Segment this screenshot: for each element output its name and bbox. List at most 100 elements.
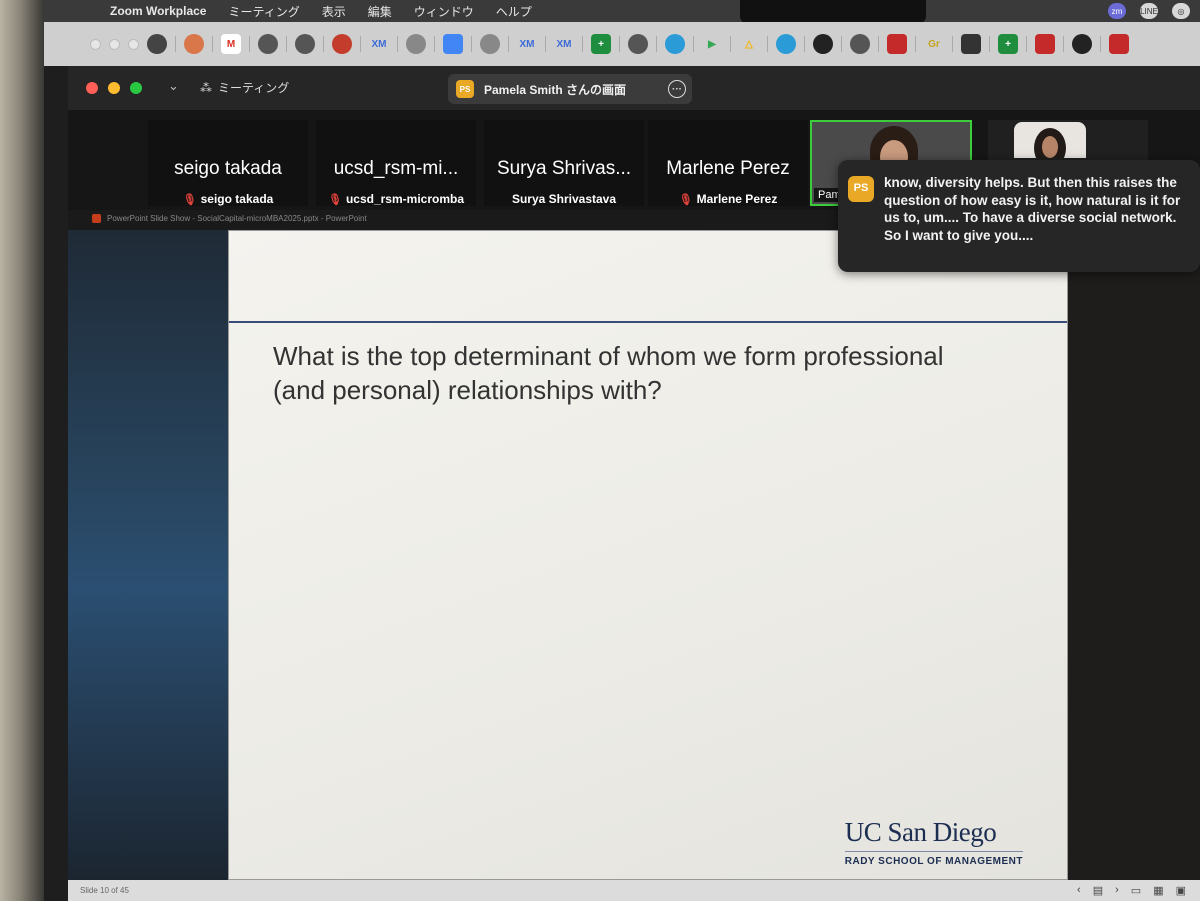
menu-view[interactable]: 表示 bbox=[322, 3, 346, 20]
powerpoint-statusbar: Slide 10 of 45 ‹ ▤ › ▭ ▦ ▣ bbox=[68, 880, 1200, 901]
zoom-dot-faded bbox=[128, 38, 139, 50]
laptop-bezel bbox=[0, 0, 48, 901]
chatgpt-icon[interactable] bbox=[147, 34, 167, 54]
extension-icon[interactable] bbox=[887, 34, 907, 54]
slack-icon[interactable] bbox=[776, 34, 796, 54]
record-icon[interactable] bbox=[332, 34, 352, 54]
participant-name-row: 🎙︎ Marlene Perez bbox=[648, 192, 808, 206]
drive-icon[interactable]: △ bbox=[739, 34, 759, 54]
gr-icon[interactable]: Gr bbox=[924, 34, 944, 54]
participant-tile[interactable]: ucsd_rsm-mi... 🎙︎ ucsd_rsm-micromba bbox=[316, 120, 476, 206]
powerpoint-window-title: PowerPoint Slide Show - SocialCapital-mi… bbox=[107, 214, 367, 223]
github-icon[interactable] bbox=[1072, 34, 1092, 54]
claude-icon[interactable] bbox=[184, 34, 204, 54]
xm-icon[interactable]: XM bbox=[369, 34, 389, 54]
photo-face bbox=[1042, 136, 1058, 158]
menu-edit[interactable]: 編集 bbox=[368, 3, 392, 20]
separator bbox=[471, 36, 472, 52]
xm-icon[interactable]: XM bbox=[517, 34, 537, 54]
screen-reflection-panel bbox=[68, 230, 228, 880]
fullscreen-button[interactable] bbox=[130, 82, 142, 94]
status-circle-icon[interactable]: ◎ bbox=[1172, 3, 1190, 19]
line-status-icon[interactable]: LINE bbox=[1140, 3, 1158, 19]
globe-icon[interactable] bbox=[258, 34, 278, 54]
separator bbox=[841, 36, 842, 52]
globe-icon[interactable] bbox=[295, 34, 315, 54]
slide-sorter-icon[interactable]: ▤ bbox=[1093, 884, 1103, 897]
previous-slide-icon[interactable]: ‹ bbox=[1077, 884, 1081, 897]
more-options-icon[interactable]: ··· bbox=[668, 80, 686, 98]
close-dot-faded bbox=[90, 38, 101, 50]
slack-icon[interactable] bbox=[665, 34, 685, 54]
reading-view-icon[interactable]: ▣ bbox=[1176, 884, 1186, 897]
share-title: Pamela Smith さんの画面 bbox=[484, 82, 627, 97]
powerpoint-titlebar: PowerPoint Slide Show - SocialCapital-mi… bbox=[92, 214, 367, 223]
close-button[interactable] bbox=[86, 82, 98, 94]
mic-off-icon: 🎙︎ bbox=[327, 193, 342, 206]
separator bbox=[249, 36, 250, 52]
separator bbox=[730, 36, 731, 52]
gear-icon[interactable] bbox=[480, 34, 500, 54]
presenter-avatar: PS bbox=[456, 80, 474, 98]
separator bbox=[286, 36, 287, 52]
sheets-icon[interactable]: + bbox=[998, 34, 1018, 54]
menu-window[interactable]: ウィンドウ bbox=[414, 3, 474, 20]
screen: Zoom Workplace ミーティング 表示 編集 ウィンドウ ヘルプ zm… bbox=[44, 0, 1200, 901]
sheets-icon[interactable]: + bbox=[591, 34, 611, 54]
camera-notch bbox=[740, 0, 926, 24]
gear-icon[interactable] bbox=[406, 34, 426, 54]
participant-tile[interactable]: Surya Shrivas... Surya Shrivastava bbox=[484, 120, 644, 206]
extension-icon[interactable] bbox=[1109, 34, 1129, 54]
globe-icon[interactable] bbox=[628, 34, 648, 54]
normal-view-icon[interactable]: ▭ bbox=[1131, 884, 1141, 897]
menu-help[interactable]: ヘルプ bbox=[496, 3, 532, 20]
participant-display-name: seigo takada bbox=[174, 158, 282, 179]
separator bbox=[989, 36, 990, 52]
separator bbox=[545, 36, 546, 52]
separator bbox=[1026, 36, 1027, 52]
separator bbox=[508, 36, 509, 52]
live-caption-popup: PS know, diversity helps. But then this … bbox=[838, 160, 1200, 272]
ucsd-logo-rule bbox=[844, 851, 1023, 852]
separator bbox=[656, 36, 657, 52]
zoom-status-icon[interactable]: zm bbox=[1108, 3, 1126, 19]
participant-display-name: Marlene Perez bbox=[666, 158, 790, 179]
zoom-title-bar: ⌄ ⁂ ミーティング PS Pamela Smith さんの画面 ··· bbox=[68, 66, 1200, 110]
participant-name: Surya Shrivastava bbox=[511, 192, 617, 206]
xm-icon[interactable]: XM bbox=[554, 34, 574, 54]
ucsd-logo-main: UC San Diego bbox=[844, 817, 997, 847]
bookmarks-bar: M XM XM XM + ▶ △ Gr + bbox=[44, 22, 1200, 66]
dark-side-panel bbox=[1068, 230, 1200, 880]
menu-bar: Zoom Workplace ミーティング 表示 編集 ウィンドウ ヘルプ zm… bbox=[44, 0, 1200, 22]
presentation-slide: What is the top determinant of whom we f… bbox=[228, 230, 1068, 880]
participant-name: ucsd_rsm-micromba bbox=[345, 192, 464, 206]
meeting-label[interactable]: ⁂ ミーティング bbox=[200, 79, 289, 96]
grid-view-icon[interactable]: ▦ bbox=[1153, 884, 1163, 897]
menu-meeting[interactable]: ミーティング bbox=[228, 3, 299, 20]
separator bbox=[693, 36, 694, 52]
play-icon[interactable]: ▶ bbox=[702, 34, 722, 54]
participant-display-name: ucsd_rsm-mi... bbox=[333, 158, 459, 179]
dark-circle-icon[interactable] bbox=[813, 34, 833, 54]
separator bbox=[360, 36, 361, 52]
extension-icon[interactable] bbox=[1035, 34, 1055, 54]
menu-app-name[interactable]: Zoom Workplace bbox=[110, 4, 206, 18]
next-slide-icon[interactable]: › bbox=[1115, 884, 1119, 897]
extension-icon[interactable] bbox=[961, 34, 981, 54]
participant-tile[interactable]: seigo takada 🎙︎ seigo takada bbox=[148, 120, 308, 206]
minimize-button[interactable] bbox=[108, 82, 120, 94]
screen-share-pill[interactable]: PS Pamela Smith さんの画面 ··· bbox=[448, 74, 692, 104]
separator bbox=[582, 36, 583, 52]
gmail-icon[interactable]: M bbox=[221, 34, 241, 54]
globe-icon[interactable] bbox=[850, 34, 870, 54]
minimize-dot-faded bbox=[109, 38, 120, 50]
ucsd-logo-sub: RADY SCHOOL OF MANAGEMENT bbox=[844, 856, 1023, 867]
separator bbox=[397, 36, 398, 52]
slide-counter: Slide 10 of 45 bbox=[80, 886, 129, 895]
chevron-down-icon[interactable]: ⌄ bbox=[168, 78, 179, 94]
slide-title-rule bbox=[229, 321, 1067, 323]
participant-tile[interactable]: Marlene Perez 🎙︎ Marlene Perez bbox=[648, 120, 808, 206]
separator bbox=[1063, 36, 1064, 52]
docs-icon[interactable] bbox=[443, 34, 463, 54]
separator bbox=[434, 36, 435, 52]
